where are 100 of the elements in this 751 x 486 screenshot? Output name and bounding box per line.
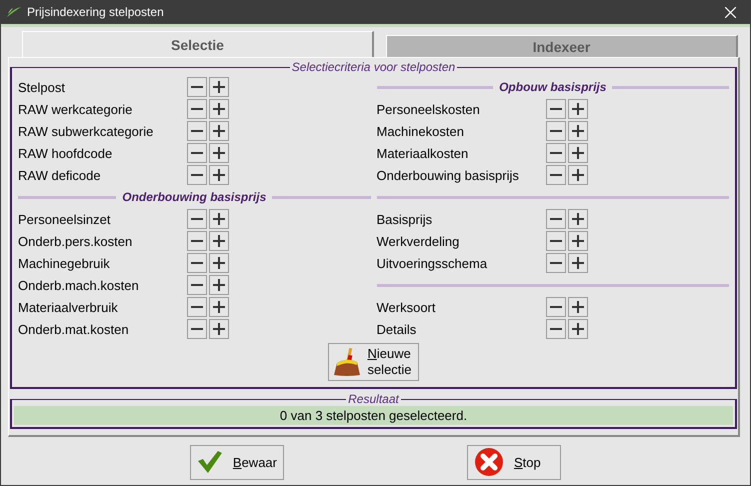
add-button[interactable]	[568, 165, 588, 185]
plus-icon	[213, 301, 225, 313]
new-selection-button[interactable]: Nieuwe selectie	[328, 343, 419, 381]
minus-icon	[191, 130, 203, 132]
plus-icon	[572, 147, 584, 159]
remove-button[interactable]	[187, 297, 207, 317]
criterion-label: RAW subwerkcategorie	[18, 124, 154, 138]
remove-button[interactable]	[187, 319, 207, 339]
add-button[interactable]	[209, 165, 229, 185]
remove-button[interactable]	[187, 231, 207, 251]
criterion-label: Personeelsinzet	[18, 212, 112, 226]
section-heading: Opbouw basisprijs	[499, 80, 606, 94]
add-button[interactable]	[568, 209, 588, 229]
minus-icon	[550, 262, 562, 264]
minus-icon	[550, 152, 562, 154]
criterion-label: Personeelskosten	[376, 102, 481, 116]
criterion-label: Onderb.mach.kosten	[18, 278, 140, 292]
criterion-label: RAW deficode	[18, 168, 102, 182]
plus-icon	[213, 147, 225, 159]
minus-icon	[191, 284, 203, 286]
add-button[interactable]	[209, 143, 229, 163]
add-button[interactable]	[568, 253, 588, 273]
plus-icon	[572, 235, 584, 247]
add-button[interactable]	[209, 209, 229, 229]
add-button[interactable]	[568, 99, 588, 119]
criterion-label: RAW werkcategorie	[18, 102, 134, 116]
criterion-label: Materiaalkosten	[376, 146, 470, 160]
minus-icon	[191, 108, 203, 110]
minus-icon	[191, 218, 203, 220]
remove-button[interactable]	[187, 77, 207, 97]
remove-button[interactable]	[546, 297, 566, 317]
minus-icon	[191, 86, 203, 88]
plus-icon	[213, 279, 225, 291]
add-button[interactable]	[209, 231, 229, 251]
plus-icon	[572, 301, 584, 313]
add-button[interactable]	[568, 319, 588, 339]
remove-button[interactable]	[546, 121, 566, 141]
minus-icon	[550, 240, 562, 242]
plus-icon	[213, 257, 225, 269]
window-title: Prijsindexering stelposten	[27, 5, 165, 19]
remove-button[interactable]	[546, 143, 566, 163]
plus-icon	[213, 81, 225, 93]
add-button[interactable]	[568, 143, 588, 163]
plus-icon	[572, 103, 584, 115]
criterion-label: Onderb.pers.kosten	[18, 234, 134, 248]
plus-icon	[213, 169, 225, 181]
remove-button[interactable]	[187, 121, 207, 141]
add-button[interactable]	[209, 297, 229, 317]
add-button[interactable]	[568, 121, 588, 141]
minus-icon	[191, 328, 203, 330]
remove-button[interactable]	[187, 209, 207, 229]
leaf-icon	[7, 6, 21, 18]
criterion-label: Details	[376, 322, 418, 336]
plus-icon	[213, 323, 225, 335]
remove-button[interactable]	[187, 99, 207, 119]
minus-icon	[550, 174, 562, 176]
save-button[interactable]: Bewaar	[190, 444, 284, 480]
stop-button[interactable]: Stop	[467, 444, 561, 480]
criterion-label: Basisprijs	[376, 212, 434, 226]
group-title: Selectiecriteria voor stelposten	[290, 60, 456, 74]
minus-icon	[191, 306, 203, 308]
section-heading: Onderbouwing basisprijs	[122, 190, 266, 204]
plus-icon	[213, 125, 225, 137]
criterion-label: Werkverdeling	[376, 234, 460, 248]
add-button[interactable]	[209, 77, 229, 97]
add-button[interactable]	[209, 253, 229, 273]
plus-icon	[572, 169, 584, 181]
tab[interactable]: Selectie	[22, 31, 374, 57]
remove-button[interactable]	[187, 143, 207, 163]
add-button[interactable]	[568, 297, 588, 317]
minus-icon	[191, 174, 203, 176]
remove-button[interactable]	[546, 319, 566, 339]
criterion-label: Materiaalverbruik	[18, 300, 119, 314]
group-title: Resultaat	[347, 392, 400, 406]
remove-button[interactable]	[187, 165, 207, 185]
add-button[interactable]	[209, 121, 229, 141]
criterion-label: Machinekosten	[376, 124, 465, 138]
criterion-label: Stelpost	[18, 80, 66, 94]
plus-icon	[213, 235, 225, 247]
remove-button[interactable]	[187, 275, 207, 295]
minus-icon	[550, 218, 562, 220]
remove-button[interactable]	[546, 165, 566, 185]
add-button[interactable]	[209, 319, 229, 339]
close-icon	[724, 6, 736, 18]
remove-button[interactable]	[546, 99, 566, 119]
remove-button[interactable]	[546, 209, 566, 229]
remove-button[interactable]	[546, 253, 566, 273]
remove-button[interactable]	[187, 253, 207, 273]
plus-icon	[572, 213, 584, 225]
result-message: 0 van 3 stelposten geselecteerd.	[14, 406, 733, 425]
add-button[interactable]	[568, 231, 588, 251]
minus-icon	[191, 262, 203, 264]
remove-button[interactable]	[546, 231, 566, 251]
criterion-label: Onderb.mat.kosten	[18, 322, 130, 336]
minus-icon	[550, 306, 562, 308]
plus-icon	[213, 213, 225, 225]
minus-icon	[191, 240, 203, 242]
add-button[interactable]	[209, 99, 229, 119]
minus-icon	[191, 152, 203, 154]
add-button[interactable]	[209, 275, 229, 295]
